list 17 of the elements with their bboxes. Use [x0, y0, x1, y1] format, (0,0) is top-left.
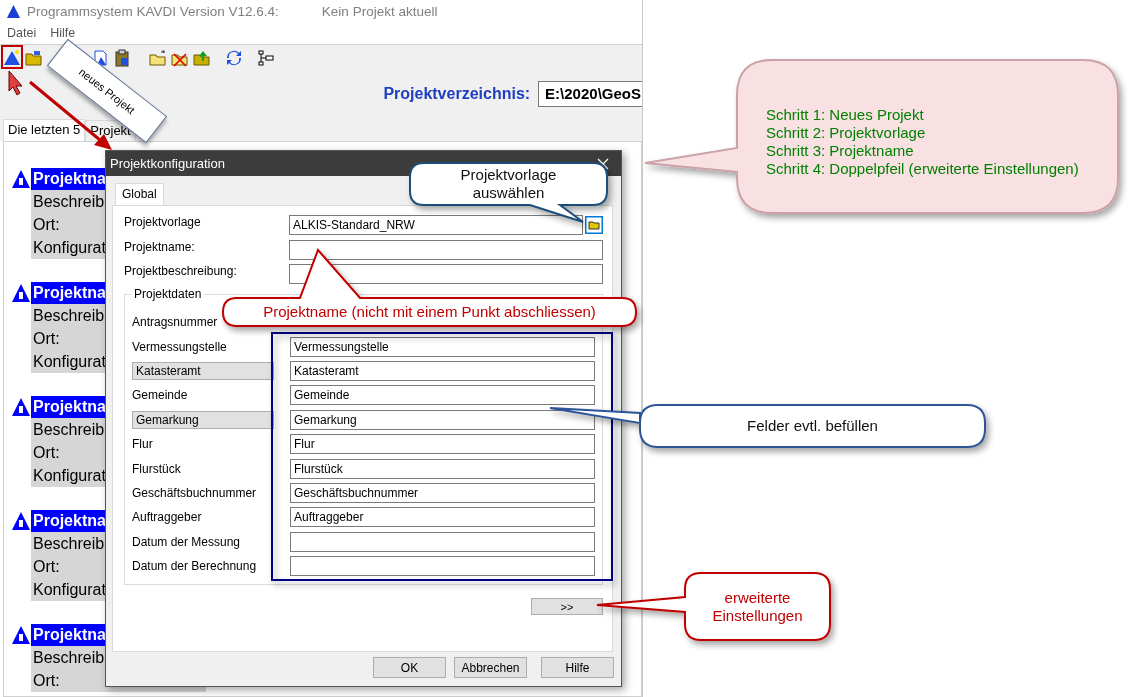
window-title: Programmsystem KAVDI Version V12.6.4: — [27, 3, 279, 19]
directory-label: Projektverzeichnis: — [383, 85, 531, 103]
field-label: Projektvorlage — [124, 215, 202, 229]
callout-text: erweiterte Einstellungen — [712, 588, 803, 625]
group-title: Projektdaten — [131, 287, 205, 301]
dialog-title: Projektkonfiguration — [110, 156, 225, 171]
field-label: Gemeinde — [132, 388, 189, 403]
field-label: Projektname: — [124, 239, 196, 254]
callout-text: Felder evtl. befüllen — [747, 417, 878, 435]
field-label: Geschäftsbuchnummer — [132, 485, 258, 500]
project-status: Kein Projekt aktuell — [321, 3, 438, 19]
callout-text: Schritt 1: Neues Projekt Schritt 2: Projektvorlage Schritt 3: Projektname Schritt 4: Doppelpfeil (erweiterte Einstellungen) — [766, 105, 1079, 178]
field-label: Projektbeschreibung: — [124, 264, 238, 278]
field-label: Auftraggeber — [132, 510, 203, 525]
callout-text: Projektname (nicht mit einem Punkt abschliessen) — [263, 303, 596, 321]
callout-text: Projektvorlage auswählen — [460, 166, 557, 202]
field-label: Flurstück — [132, 461, 182, 476]
